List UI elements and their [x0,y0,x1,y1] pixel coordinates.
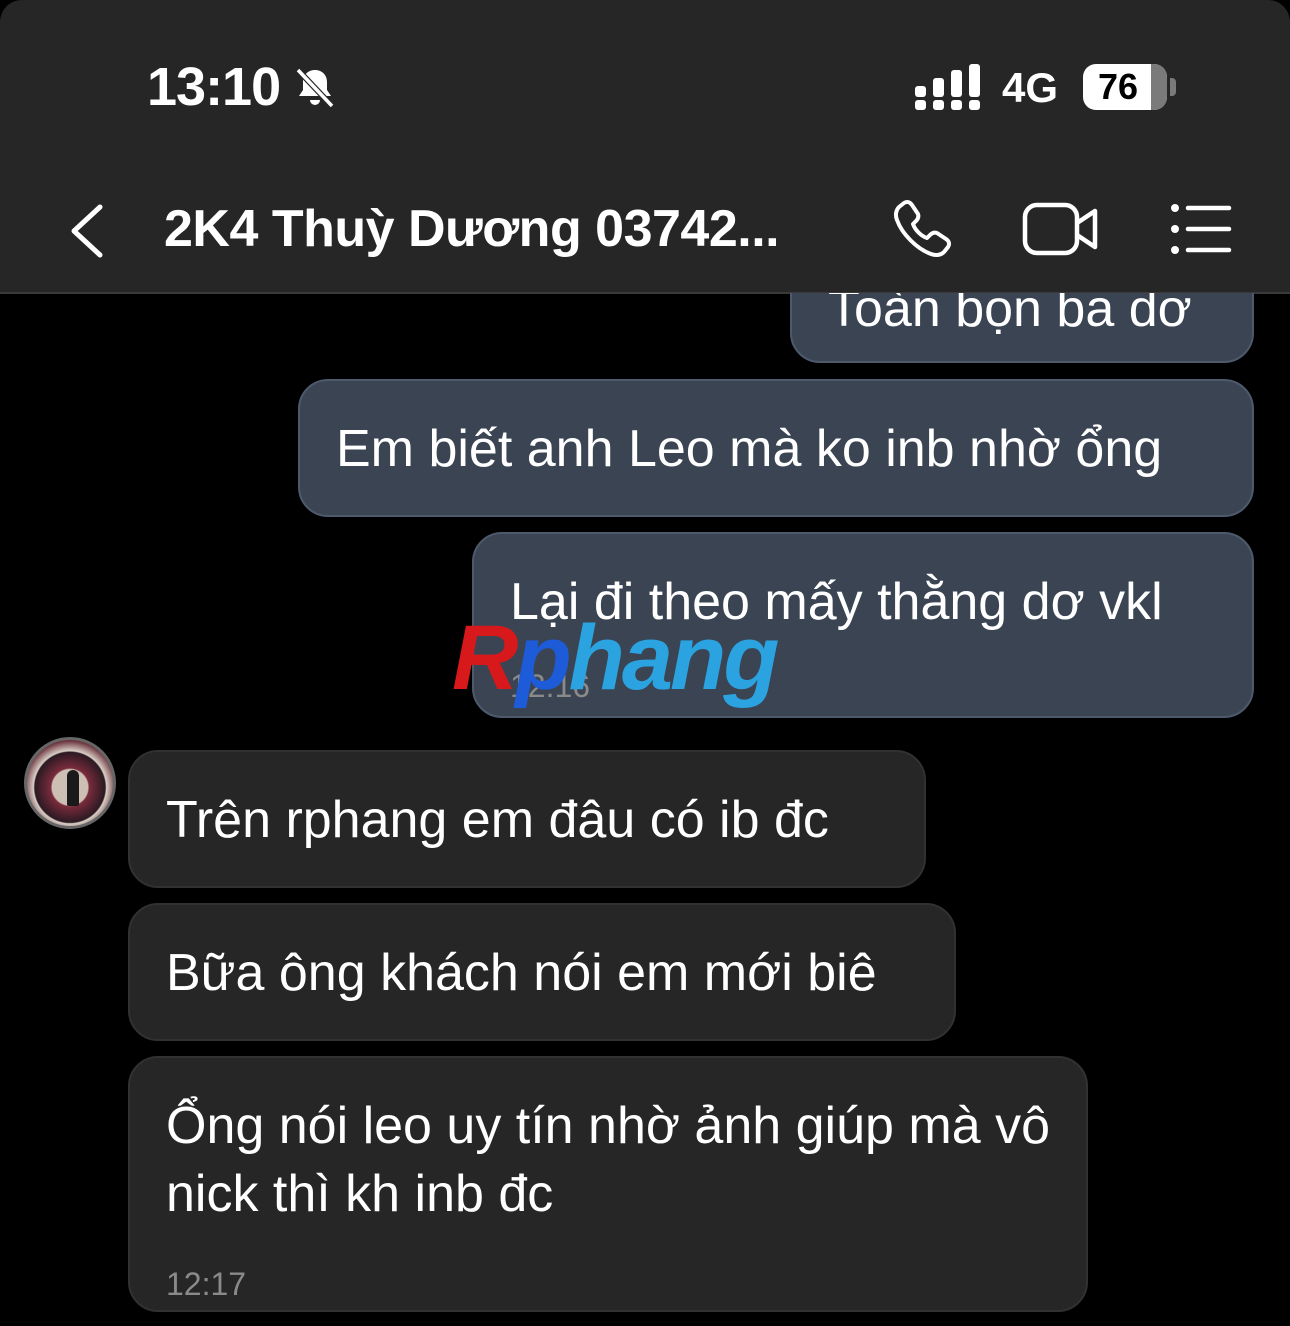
phone-icon[interactable] [890,197,954,261]
chevron-left-icon[interactable] [66,203,112,259]
bell-slash-icon [295,67,335,109]
message-text: Ổng nói leo uy tín nhờ ảnh giúp mà vô ni… [166,1097,1050,1223]
message-text: Toàn bọn ba dơ [828,293,1192,338]
message-timestamp: 12:17 [166,1266,247,1302]
message-list[interactable]: Toàn bọn ba dơ Em biết anh Leo mà ko inb… [0,293,1290,1326]
battery-level: 76 [1097,66,1139,107]
outgoing-message[interactable]: Lại đi theo mấy thằng dơ vkl 12:16 [472,532,1254,718]
video-camera-icon[interactable] [1022,197,1100,261]
message-text: Bữa ông khách nói em mới biê [166,944,877,1002]
status-bar: 13:10 4G 76 [0,0,1290,175]
contact-name[interactable]: 2K4 Thuỳ Dương 03742... [164,199,780,259]
message-text: Trên rphang em đâu có ib đc [166,791,829,849]
message-timestamp: 12:16 [510,668,591,704]
status-time: 13:10 [147,57,281,117]
message-text: Lại đi theo mấy thằng dơ vkl [510,573,1163,631]
incoming-message[interactable]: Bữa ông khách nói em mới biê [128,903,956,1041]
list-icon[interactable] [1168,197,1232,261]
signal-icon [915,64,980,110]
network-type: 4G [1002,64,1059,111]
incoming-message[interactable]: Trên rphang em đâu có ib đc [128,750,926,888]
battery-icon: 76 [1083,64,1167,110]
message-text: Em biết anh Leo mà ko inb nhờ ổng [336,420,1163,478]
chat-header: 2K4 Thuỳ Dương 03742... [0,175,1290,294]
outgoing-message[interactable]: Toàn bọn ba dơ [790,293,1254,363]
battery-cap [1170,78,1176,96]
outgoing-message[interactable]: Em biết anh Leo mà ko inb nhờ ổng [298,379,1254,517]
avatar[interactable] [24,737,116,829]
incoming-message[interactable]: Ổng nói leo uy tín nhờ ảnh giúp mà vô ni… [128,1056,1088,1312]
